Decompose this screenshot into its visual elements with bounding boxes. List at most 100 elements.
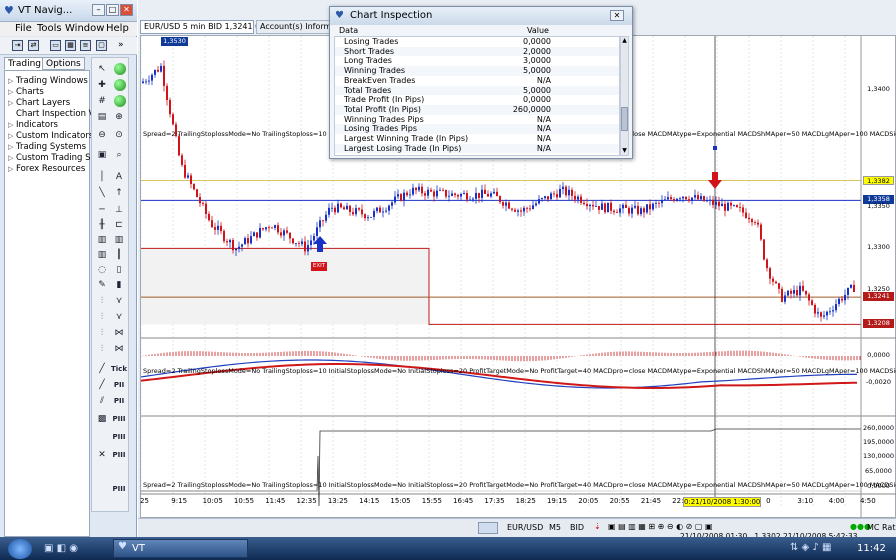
delete-icon[interactable]: ✕ [95,448,109,462]
symbol-selector[interactable]: EUR/USD [507,523,543,532]
pin-icon[interactable]: ⇥ [12,40,23,51]
vertical-line-icon[interactable]: │ [95,170,109,184]
price-side-selector[interactable]: BID [570,523,584,532]
horizontal-line-icon[interactable]: ─ [95,203,109,217]
inspection-row[interactable]: Winning Trades Pips N/A [335,115,619,125]
chart-inspection-title-bar[interactable]: ♥ Chart Inspection ✕ [330,7,632,25]
scroll-up-icon[interactable]: ▲ [621,37,628,44]
tree-item-forex-resources[interactable]: ▷ Forex Resources [8,164,85,174]
tree-item-trading-windows[interactable]: ▷ Trading Windows [8,76,88,86]
candle-icon[interactable]: ▯ [112,263,126,277]
zoom-in-icon[interactable]: ⊕ [112,110,126,124]
period-button-5[interactable]: PII [110,394,128,408]
menu-file[interactable]: File [15,23,32,34]
period-button-60[interactable]: PIII [110,482,128,496]
scroll-thumb[interactable] [621,107,628,131]
channel2-icon[interactable]: ▥ [112,233,126,247]
inspection-row[interactable]: BreakEven Trades N/A [335,76,619,86]
grid-lines-icon[interactable]: # [95,94,109,108]
measure-icon[interactable]: ⊥ [112,203,126,217]
chart-type4-icon[interactable]: ⫶ [95,342,109,356]
tree-item-trading-systems[interactable]: ▷ Trading Systems [8,142,86,152]
zoom-fit-icon[interactable]: ⊙ [112,128,126,142]
tree-item-indicators[interactable]: ▷ Indicators [8,120,58,130]
line-tool-icon[interactable]: ╱ [95,362,109,376]
chart-properties-icon[interactable]: ▣ [95,148,109,162]
crosshair-icon[interactable]: ✚ [95,78,109,92]
chart-document-tab[interactable]: EUR/USD 5 min BID 1,3241 05:45:00 High 1… [140,20,337,34]
inspection-row[interactable]: Losing Trades Pips N/A [335,124,619,134]
scroll-down-icon[interactable]: ▼ [621,147,628,154]
tree-item-charts[interactable]: ▷ Charts [8,87,44,97]
layout-icon[interactable]: ▭ [50,40,61,51]
inspection-row[interactable]: Total Profit (In Pips) 260,0000 [335,104,619,115]
rates-selector[interactable]: MC Rates [867,523,896,532]
tray-icons[interactable]: ⇅ ◈ ♪ ▦ [790,542,831,553]
bracket-icon[interactable]: ⊏ [112,218,126,232]
tab-trading[interactable]: Trading [4,57,46,70]
channel3-icon[interactable]: ▥ [95,248,109,262]
scroll-chart-button[interactable] [478,522,498,534]
arrow-up-tool-icon[interactable]: ↑ [112,186,126,200]
inspection-row[interactable]: Largest Losing Trade (In Pips) N/A [335,143,619,154]
inspection-scrollbar[interactable]: ▲ ▼ [620,36,629,156]
swap-icon[interactable]: ⇄ [28,40,39,51]
period-button-15[interactable]: PIII [110,430,128,444]
candle2-icon[interactable]: ▮ [112,278,126,292]
gann2-icon[interactable]: ⋈ [112,342,126,356]
cursor-icon[interactable]: ↖ [95,62,109,76]
chart-type2-icon[interactable]: ⫶ [95,310,109,324]
tree-item-chart-inspection[interactable]: Chart Inspection V [8,109,94,119]
chart-tools-icons[interactable]: ▣ ▤ ▥ ▦ ⊞ ⊕ ⊖ ◐ ⊘ ▢ ▣ [608,522,713,531]
tree-item-chart-layers[interactable]: ▷ Chart Layers [8,98,70,108]
fan-icon[interactable]: ⋎ [112,294,126,308]
text-tool-icon[interactable]: A [112,170,126,184]
account-info-tab[interactable]: Account(s) Informati [256,20,332,34]
period-button-1[interactable]: PII [110,378,128,392]
inspection-row[interactable]: Trade Profit (In Pips) 0,0000 [335,95,619,105]
speed-lines-icon[interactable]: ⫽ [95,394,109,408]
green-ball-icon[interactable] [114,79,126,91]
inspection-row[interactable]: Winning Trades 5,0000 [335,66,619,76]
search-icon[interactable]: ⌕ [112,148,126,162]
inspection-row[interactable]: Largest Winning Trade (In Pips) N/A [335,134,619,144]
window-icon[interactable]: ▢ [96,40,107,51]
cycle-lines-icon[interactable]: ╫ [95,218,109,232]
inspection-row[interactable]: Long Trades 3,0000 [335,56,619,66]
pencil-icon[interactable]: ✎ [95,278,109,292]
start-button-icon[interactable] [8,539,32,559]
close-button[interactable]: ✕ [120,4,133,16]
grid-icon[interactable]: ▦ [65,40,76,51]
taskbar-app-button[interactable]: VT [113,539,248,558]
tab-options[interactable]: Options [42,57,85,70]
tree-item-custom-trading-systems[interactable]: ▷ Custom Trading S [8,153,91,163]
gann-icon[interactable]: ⋈ [112,326,126,340]
fan2-icon[interactable]: ⋎ [112,310,126,324]
chart-type3-icon[interactable]: ⫶ [95,326,109,340]
minimize-button[interactable]: – [92,4,105,16]
order-icon[interactable]: ⇣ [594,522,601,531]
column-data-header[interactable]: Data [339,26,358,35]
menu-window[interactable]: Window [65,23,104,34]
chart-type-icon[interactable]: ⫶ [95,294,109,308]
period-button-30[interactable]: PIII [110,448,128,462]
fib-icon[interactable]: ◌ [95,263,109,277]
layers-icon[interactable]: ▤ [95,110,109,124]
list-icon[interactable]: ≡ [80,40,91,51]
period-selector[interactable]: M5 [549,523,561,532]
quick-launch-icons[interactable]: ▣ ◧ ◉ [44,543,78,554]
ray-tool-icon[interactable]: ╱ [95,378,109,392]
restore-button[interactable]: □ [106,4,119,16]
tick-button[interactable]: Tick [110,362,128,376]
zoom-out-icon[interactable]: ⊖ [95,128,109,142]
menu-tools[interactable]: Tools [37,23,62,34]
green-ball-icon[interactable] [114,95,126,107]
bars-icon[interactable]: ┃ [112,248,126,262]
pattern-icon[interactable]: ▩ [95,412,109,426]
navigator-title-bar[interactable]: ♥ VT Navig... – □ ✕ [0,0,137,22]
channel-icon[interactable]: ▥ [95,233,109,247]
inspection-row[interactable]: Losing Trades 0,0000 [335,37,619,47]
tree-item-custom-indicators[interactable]: ▷ Custom Indicators [8,131,93,141]
green-ball-icon[interactable] [114,63,126,75]
chevron-right-icon[interactable]: » [118,40,124,50]
